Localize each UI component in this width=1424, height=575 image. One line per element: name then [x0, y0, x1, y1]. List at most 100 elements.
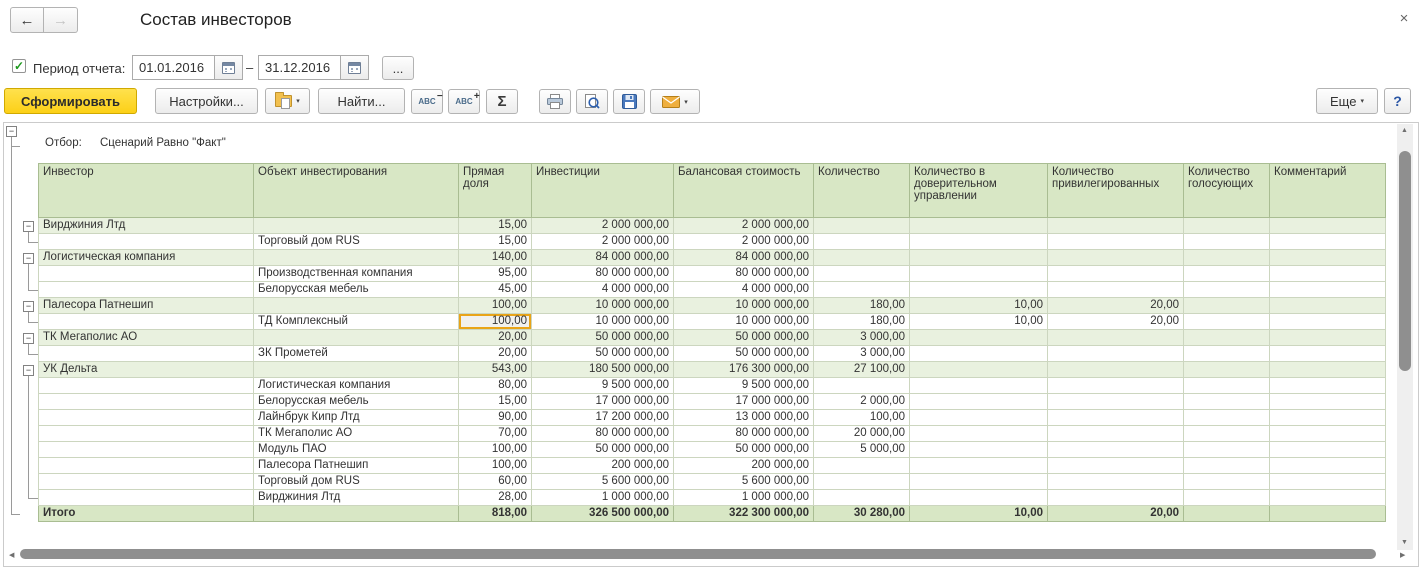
table-cell[interactable] [910, 394, 1048, 410]
column-header[interactable]: Прямая доля [459, 164, 532, 218]
close-button[interactable]: × [1392, 6, 1416, 30]
table-cell[interactable] [1184, 394, 1270, 410]
scroll-up-icon[interactable]: ▲ [1401, 127, 1408, 134]
date-from-calendar-button[interactable] [215, 55, 243, 80]
table-cell[interactable]: 45,00 [459, 282, 532, 298]
table-cell[interactable]: 20,00 [1048, 298, 1184, 314]
table-cell[interactable] [1048, 410, 1184, 426]
table-cell[interactable]: 50 000 000,00 [674, 442, 814, 458]
table-cell[interactable] [1184, 266, 1270, 282]
table-cell[interactable] [1270, 218, 1386, 234]
table-cell[interactable]: 80 000 000,00 [532, 266, 674, 282]
table-cell[interactable]: 1 000 000,00 [532, 490, 674, 506]
report-variants-button[interactable]: ▾ [265, 88, 310, 114]
table-cell[interactable]: ТД Комплексный [254, 314, 459, 330]
table-cell[interactable]: Модуль ПАО [254, 442, 459, 458]
collapse-group-icon[interactable]: − [23, 365, 34, 376]
sum-button[interactable]: Σ [486, 89, 518, 114]
table-cell[interactable] [910, 490, 1048, 506]
table-cell[interactable]: 5 000,00 [814, 442, 910, 458]
table-cell[interactable] [1048, 234, 1184, 250]
table-cell[interactable]: ТК Мегаполис АО [39, 330, 254, 346]
table-cell[interactable] [814, 490, 910, 506]
table-cell[interactable] [1184, 314, 1270, 330]
column-header[interactable]: Количество голосующих [1184, 164, 1270, 218]
table-cell[interactable]: Вирджиния Лтд [254, 490, 459, 506]
table-cell[interactable]: 200 000,00 [532, 458, 674, 474]
vertical-scrollbar-thumb[interactable] [1399, 151, 1411, 371]
table-cell[interactable] [814, 282, 910, 298]
table-cell[interactable]: 70,00 [459, 426, 532, 442]
table-cell[interactable]: 80 000 000,00 [532, 426, 674, 442]
table-cell[interactable] [1270, 362, 1386, 378]
table-cell[interactable] [1048, 442, 1184, 458]
table-cell[interactable] [1048, 330, 1184, 346]
table-cell[interactable] [1184, 298, 1270, 314]
table-cell[interactable]: Вирджиния Лтд [39, 218, 254, 234]
table-cell[interactable]: 17 000 000,00 [532, 394, 674, 410]
table-cell[interactable] [254, 298, 459, 314]
collapse-groups-button[interactable]: ABC− [411, 89, 443, 114]
table-cell[interactable]: 50 000 000,00 [674, 330, 814, 346]
table-cell[interactable]: 84 000 000,00 [532, 250, 674, 266]
horizontal-scrollbar[interactable] [20, 549, 1388, 560]
table-cell[interactable] [814, 234, 910, 250]
table-cell[interactable] [910, 234, 1048, 250]
table-cell[interactable] [910, 474, 1048, 490]
table-cell[interactable] [1184, 410, 1270, 426]
table-cell[interactable] [910, 378, 1048, 394]
table-cell[interactable]: 3 000,00 [814, 330, 910, 346]
table-cell[interactable]: Логистическая компания [39, 250, 254, 266]
table-cell[interactable]: 140,00 [459, 250, 532, 266]
table-cell[interactable]: 10,00 [910, 298, 1048, 314]
table-cell[interactable]: 9 500 000,00 [674, 378, 814, 394]
table-cell[interactable]: 100,00 [459, 458, 532, 474]
scroll-right-icon[interactable]: ▶ [1400, 551, 1405, 559]
table-cell[interactable] [1270, 282, 1386, 298]
selected-cell[interactable]: 100,00 [459, 314, 532, 330]
table-cell[interactable]: 180,00 [814, 314, 910, 330]
table-cell[interactable]: 15,00 [459, 234, 532, 250]
table-cell[interactable] [39, 426, 254, 442]
table-cell[interactable]: 60,00 [459, 474, 532, 490]
table-cell[interactable]: 326 500 000,00 [532, 506, 674, 522]
table-cell[interactable]: Белорусская мебель [254, 394, 459, 410]
table-cell[interactable]: Белорусская мебель [254, 282, 459, 298]
help-button[interactable]: ? [1384, 88, 1411, 114]
table-cell[interactable]: 17 200 000,00 [532, 410, 674, 426]
table-cell[interactable]: 80 000 000,00 [674, 266, 814, 282]
table-cell[interactable] [1184, 426, 1270, 442]
table-cell[interactable]: 10,00 [910, 314, 1048, 330]
table-cell[interactable]: 200 000,00 [674, 458, 814, 474]
table-cell[interactable]: Торговый дом RUS [254, 474, 459, 490]
collapse-group-icon[interactable]: − [23, 253, 34, 264]
table-cell[interactable]: Производственная компания [254, 266, 459, 282]
table-cell[interactable] [1048, 474, 1184, 490]
table-cell[interactable]: 84 000 000,00 [674, 250, 814, 266]
table-cell[interactable]: 10 000 000,00 [532, 298, 674, 314]
table-cell[interactable] [39, 394, 254, 410]
table-cell[interactable] [1270, 378, 1386, 394]
print-preview-button[interactable] [576, 89, 608, 114]
table-cell[interactable] [1184, 362, 1270, 378]
column-header[interactable]: Количество [814, 164, 910, 218]
horizontal-scrollbar-thumb[interactable] [20, 549, 1376, 559]
table-cell[interactable]: 50 000 000,00 [532, 442, 674, 458]
table-cell[interactable] [254, 218, 459, 234]
table-cell[interactable]: 543,00 [459, 362, 532, 378]
table-cell[interactable]: 15,00 [459, 218, 532, 234]
table-cell[interactable]: 180 500 000,00 [532, 362, 674, 378]
table-cell[interactable] [1048, 218, 1184, 234]
vertical-scrollbar[interactable]: ▲ ▼ [1397, 124, 1413, 550]
table-cell[interactable]: 100,00 [459, 442, 532, 458]
table-cell[interactable]: 20,00 [459, 330, 532, 346]
table-cell[interactable]: 10 000 000,00 [532, 314, 674, 330]
table-cell[interactable] [814, 218, 910, 234]
table-cell[interactable] [39, 474, 254, 490]
table-cell[interactable]: 28,00 [459, 490, 532, 506]
table-cell[interactable] [254, 506, 459, 522]
table-cell[interactable]: 2 000 000,00 [674, 234, 814, 250]
table-cell[interactable] [910, 330, 1048, 346]
table-cell[interactable]: 322 300 000,00 [674, 506, 814, 522]
table-cell[interactable]: 90,00 [459, 410, 532, 426]
